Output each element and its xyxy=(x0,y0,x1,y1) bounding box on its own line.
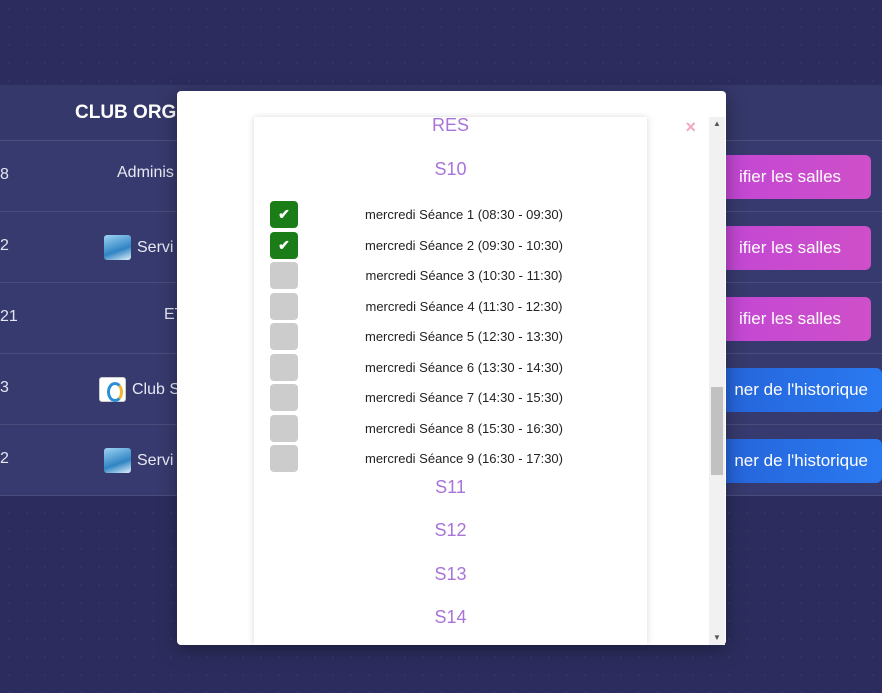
seance-checkbox[interactable] xyxy=(270,292,298,320)
week-label[interactable]: S10 xyxy=(254,159,647,180)
check-icon: ✔ xyxy=(278,236,290,253)
seance-checkbox[interactable] xyxy=(270,445,298,472)
seance-checkbox[interactable]: ✔ xyxy=(270,231,298,259)
week-label[interactable]: S13 xyxy=(254,564,647,585)
seance-label: mercredi Séance 8 (15:30 - 16:30) xyxy=(365,420,563,436)
row-number: 21 xyxy=(0,308,18,325)
seance-item: mercredi Séance 7 (14:30 - 15:30) xyxy=(270,384,630,411)
week-label[interactable]: S12 xyxy=(254,520,647,541)
modify-rooms-button[interactable]: ifier les salles xyxy=(701,226,871,270)
week-label[interactable]: S14 xyxy=(254,607,647,628)
check-icon: ✔ xyxy=(278,206,290,222)
club-name: Servi xyxy=(137,238,174,256)
seance-checkbox[interactable] xyxy=(270,384,298,411)
seance-checkbox[interactable] xyxy=(270,353,298,381)
seance-checkbox[interactable]: ✔ xyxy=(270,201,298,228)
seance-label: mercredi Séance 4 (11:30 - 12:30) xyxy=(365,298,563,314)
club-name: Adminis xyxy=(117,164,174,181)
seance-label: mercredi Séance 2 (09:30 - 10:30) xyxy=(365,237,563,253)
club-name: Servi xyxy=(137,451,174,469)
seance-item: mercredi Séance 4 (11:30 - 12:30) xyxy=(270,292,630,320)
row-number: 2 xyxy=(0,450,9,467)
row-number: 8 xyxy=(0,166,9,183)
row-number: 2 xyxy=(0,237,9,254)
seance-label: mercredi Séance 7 (14:30 - 15:30) xyxy=(365,390,563,405)
modal-scrollbar[interactable]: ▲ ▼ xyxy=(709,117,725,645)
seance-item: mercredi Séance 6 (13:30 - 14:30) xyxy=(270,353,630,381)
seance-item: ✔ mercredi Séance 1 (08:30 - 09:30) xyxy=(270,201,630,228)
club-cell: Adminis xyxy=(117,164,174,182)
seance-modal: RES S10 ✔ mercredi Séance 1 (08:30 - 09:30)… xyxy=(177,91,726,645)
seance-checkbox[interactable] xyxy=(270,414,298,442)
club-logo-icon xyxy=(104,448,131,473)
club-cell: Club S xyxy=(99,377,180,402)
week-label[interactable]: S11 xyxy=(254,477,647,498)
seance-item: mercredi Séance 8 (15:30 - 16:30) xyxy=(270,414,630,442)
club-cell: Servi xyxy=(104,448,173,473)
seance-item: ✔ mercredi Séance 2 (09:30 - 10:30) xyxy=(270,231,630,259)
seance-label: mercredi Séance 3 (10:30 - 11:30) xyxy=(365,268,563,283)
history-button[interactable]: ner de l'historique xyxy=(707,439,882,483)
close-icon[interactable]: × xyxy=(685,118,696,136)
club-logo-icon xyxy=(99,377,126,402)
seance-checkbox[interactable] xyxy=(270,323,298,350)
seance-item: mercredi Séance 3 (10:30 - 11:30) xyxy=(270,262,630,289)
scroll-up-arrow-icon[interactable]: ▲ xyxy=(709,117,725,131)
modify-rooms-button[interactable]: ifier les salles xyxy=(701,155,871,199)
modify-rooms-button[interactable]: ifier les salles xyxy=(701,297,871,341)
seance-label: mercredi Séance 9 (16:30 - 17:30) xyxy=(365,451,563,466)
row-number: 3 xyxy=(0,379,9,396)
week-label[interactable]: RES xyxy=(254,117,647,136)
seance-label: mercredi Séance 1 (08:30 - 09:30) xyxy=(365,207,563,222)
club-logo-icon xyxy=(104,235,131,260)
club-cell: Servi xyxy=(104,235,173,260)
seance-label: mercredi Séance 5 (12:30 - 13:30) xyxy=(365,329,563,344)
scrollbar-thumb[interactable] xyxy=(711,387,723,475)
club-name: Club S xyxy=(132,380,181,398)
seance-checkbox[interactable] xyxy=(270,262,298,289)
column-club-organisateur: CLUB ORGA xyxy=(75,102,191,123)
seance-list-panel: RES S10 ✔ mercredi Séance 1 (08:30 - 09:30)… xyxy=(254,117,647,645)
history-button[interactable]: ner de l'historique xyxy=(707,368,882,412)
seance-item: mercredi Séance 9 (16:30 - 17:30) xyxy=(270,445,630,472)
seance-item: mercredi Séance 5 (12:30 - 13:30) xyxy=(270,323,630,350)
seance-label: mercredi Séance 6 (13:30 - 14:30) xyxy=(365,359,563,375)
scroll-down-arrow-icon[interactable]: ▼ xyxy=(709,631,725,645)
